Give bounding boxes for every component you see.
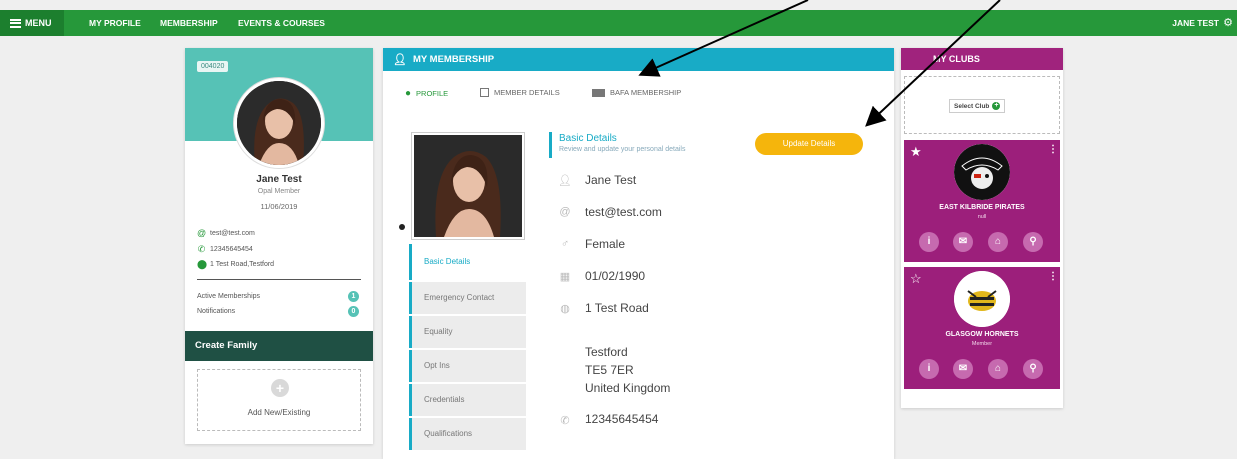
field-email: test@test.com <box>585 205 662 219</box>
more-vertical-icon[interactable]: ⋮ <box>1048 271 1058 282</box>
at-icon: @ <box>197 228 207 238</box>
menu-label: MENU <box>25 18 52 28</box>
membership-header: 👤︎ MY MEMBERSHIP <box>383 48 894 71</box>
mail-icon[interactable]: ✉ <box>953 359 973 379</box>
contact-email-value: test@test.com <box>210 229 255 237</box>
hamburger-icon <box>10 18 21 28</box>
avatar <box>234 78 324 168</box>
top-nav-bar: MENU MY PROFILE MEMBERSHIP EVENTS & COUR… <box>0 10 1237 36</box>
add-new-label: Add New/Existing <box>247 408 311 417</box>
at-icon: @ <box>559 206 571 218</box>
tab-profile-label: PROFILE <box>416 89 449 98</box>
member-id-badge: 004020 <box>197 61 229 72</box>
home-icon[interactable]: ⌂ <box>988 359 1008 379</box>
profile-name: Jane Test <box>256 174 302 185</box>
section-subtitle: Review and update your personal details <box>559 146 686 153</box>
nav-my-profile[interactable]: MY PROFILE <box>89 10 141 36</box>
select-club-area: Select Club + <box>904 76 1060 134</box>
home-icon[interactable]: ⌂ <box>988 232 1008 252</box>
clubs-header: MY CLUBS <box>901 48 1063 70</box>
select-club-button[interactable]: Select Club + <box>949 99 1006 113</box>
mail-icon[interactable]: ✉ <box>953 232 973 252</box>
club-logo <box>954 271 1010 327</box>
notifications-label: Notifications <box>197 308 236 315</box>
update-details-button[interactable]: Update Details <box>755 133 863 155</box>
gear-icon[interactable]: ⚙ <box>1223 17 1233 29</box>
membership-panel: 👤︎ MY MEMBERSHIP ● PROFILE MEMBER DETAIL… <box>383 48 894 459</box>
field-postcode: TE5 7ER <box>585 363 634 377</box>
contact-email: @ test@test.com <box>197 228 255 238</box>
user-icon: 👤︎ <box>393 54 407 66</box>
side-tab-basic-details[interactable]: Basic Details <box>409 244 526 280</box>
profile-card: 004020 Jane Test Opal Member 11/06/2019 … <box>185 48 373 444</box>
more-vertical-icon[interactable]: ⋮ <box>1048 144 1058 155</box>
field-country: United Kingdom <box>585 381 671 395</box>
info-icon[interactable]: i <box>919 359 939 379</box>
contact-phone: ✆ 12345645454 <box>197 244 253 255</box>
badge-icon <box>592 88 605 97</box>
id-card-icon <box>480 88 489 97</box>
create-family-header: Create Family <box>185 331 373 361</box>
clubs-panel: MY CLUBS Select Club + ★ ⋮ EAST KILBRIDE… <box>901 48 1063 408</box>
field-address-line1: 1 Test Road <box>585 301 649 315</box>
add-circle-icon: + <box>992 102 1001 110</box>
active-memberships-badge: 1 <box>348 291 359 302</box>
side-tab-emergency-contact[interactable]: Emergency Contact <box>409 282 526 314</box>
phone-icon: ✆ <box>560 415 570 427</box>
select-club-label: Select Club <box>954 102 990 110</box>
field-name: Jane Test <box>585 173 637 187</box>
field-phone: 12345645454 <box>585 412 659 426</box>
side-tab-equality[interactable]: Equality <box>409 316 526 348</box>
profile-photo[interactable] <box>411 132 525 240</box>
person-icon: ● <box>405 88 412 99</box>
club-name: GLASGOW HORNETS <box>945 331 1019 338</box>
membership-title: MY MEMBERSHIP <box>412 54 495 65</box>
user-card-icon[interactable]: ⚲ <box>1023 232 1043 252</box>
side-tab-opt-ins[interactable]: Opt Ins <box>409 350 526 382</box>
active-memberships-label: Active Memberships <box>197 293 261 300</box>
field-dob: 01/02/1990 <box>585 269 646 283</box>
profile-date: 11/06/2019 <box>260 202 298 211</box>
side-tab-qualifications[interactable]: Qualifications <box>409 418 526 450</box>
side-tab-credentials[interactable]: Credentials <box>409 384 526 416</box>
user-card-icon[interactable]: ⚲ <box>1023 359 1043 379</box>
user-menu[interactable]: JANE TEST <box>1172 10 1219 36</box>
field-town: Testford <box>585 345 628 359</box>
camera-icon[interactable] <box>395 220 409 232</box>
club-status: null <box>977 214 987 220</box>
section-accent-bar <box>549 132 552 158</box>
star-outline-icon[interactable]: ☆ <box>910 271 922 287</box>
calendar-icon: ▦ <box>559 271 571 283</box>
tab-member-details[interactable]: MEMBER DETAILS <box>480 88 560 97</box>
profile-level: Opal Member <box>257 188 301 195</box>
contact-address: ⬤ 1 Test Road,Testford <box>197 259 274 270</box>
club-card[interactable]: ★ ⋮ EAST KILBRIDE PIRATES null i ✉ ⌂ ⚲ <box>904 140 1060 262</box>
menu-button[interactable]: MENU <box>0 10 64 36</box>
divider <box>197 279 361 280</box>
tab-bafa-label: BAFA MEMBERSHIP <box>610 88 682 97</box>
add-family-member-button[interactable]: + Add New/Existing <box>197 369 361 431</box>
male-icon: ♂ <box>560 238 570 250</box>
location-pin-icon: ⬤ <box>197 259 208 269</box>
section-title: Basic Details <box>559 133 617 144</box>
contact-phone-value: 12345645454 <box>210 246 253 253</box>
phone-icon: ✆ <box>197 244 206 254</box>
plus-icon: + <box>271 379 289 397</box>
nav-events-courses[interactable]: EVENTS & COURSES <box>238 10 325 36</box>
nav-membership[interactable]: MEMBERSHIP <box>160 10 218 36</box>
club-logo <box>954 144 1010 200</box>
person-icon: 👤︎ <box>558 175 572 187</box>
club-status: Member <box>971 341 993 347</box>
notifications-badge: 0 <box>348 306 359 317</box>
tab-profile[interactable]: ● PROFILE <box>405 88 448 99</box>
club-card[interactable]: ☆ ⋮ GLASGOW HORNETS Member i ✉ ⌂ ⚲ <box>904 267 1060 389</box>
contact-address-value: 1 Test Road,Testford <box>210 261 275 268</box>
field-gender: Female <box>585 237 626 251</box>
info-icon[interactable]: i <box>919 232 939 252</box>
location-pin-icon: ◍ <box>560 303 570 315</box>
club-name: EAST KILBRIDE PIRATES <box>939 204 1025 211</box>
tab-member-details-label: MEMBER DETAILS <box>494 88 560 97</box>
star-filled-icon[interactable]: ★ <box>910 144 922 160</box>
tab-bafa-membership[interactable]: BAFA MEMBERSHIP <box>592 88 681 97</box>
